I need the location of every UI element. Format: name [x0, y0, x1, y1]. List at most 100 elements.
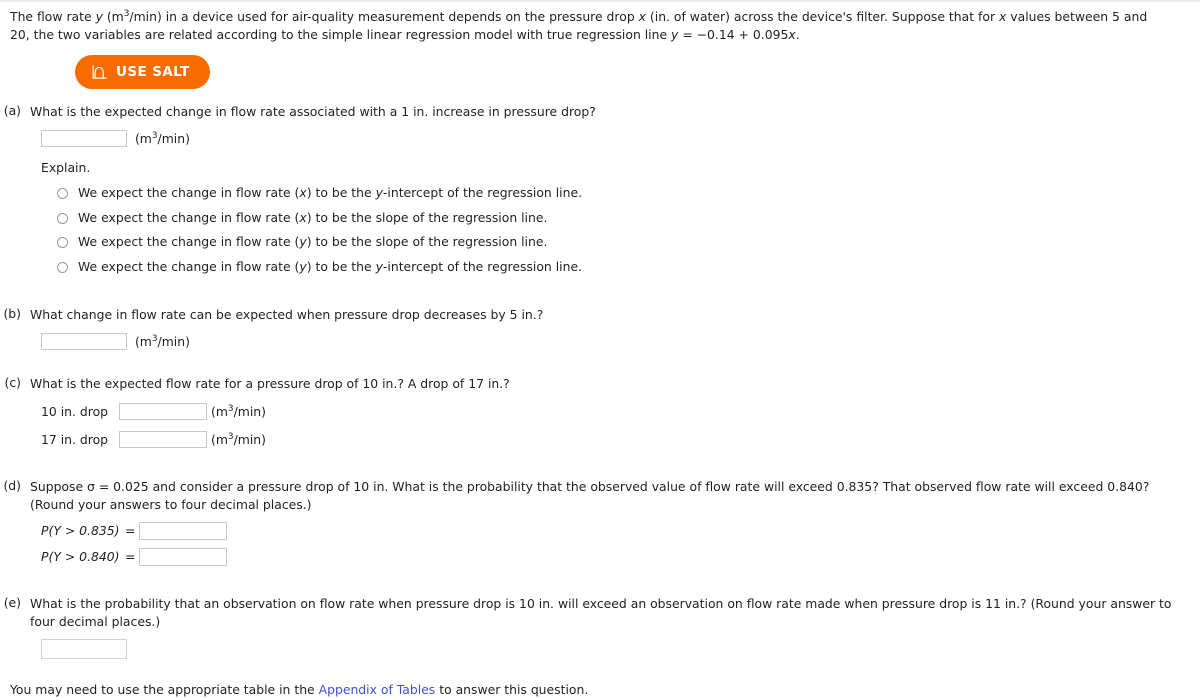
part-d-input-835[interactable]: [139, 521, 227, 540]
unit-open: (m: [211, 431, 228, 447]
part-e-label: (e): [3, 594, 21, 610]
option-3-mid: ) to be the slope of the regression line…: [306, 234, 548, 250]
part-d-row-835-label: P(Y > 0.835): [41, 523, 125, 538]
part-b-answer-row: (m3/min): [41, 332, 1200, 350]
part-e-input[interactable]: [41, 638, 127, 659]
part-a-explain-block: Explain. We expect the change in flow ra…: [41, 160, 1200, 279]
unit-close: /min): [157, 333, 190, 349]
part-e-answer-row: [41, 638, 1200, 659]
question-part-e: (e) What is the probability that an obse…: [0, 595, 1200, 659]
unit-close: /min): [233, 403, 266, 419]
part-d-rows: P(Y > 0.835) = P(Y > 0.840) =: [0, 520, 1200, 568]
option-4[interactable]: We expect the change in flow rate (y) to…: [57, 255, 1200, 280]
option-1-mid: ) to be the: [306, 185, 376, 201]
option-4-post: -intercept of the regression line.: [382, 259, 583, 275]
option-4-var: y: [299, 259, 307, 275]
radio-icon-1[interactable]: [57, 188, 68, 199]
part-d-row-840: P(Y > 0.840) =: [41, 546, 1200, 568]
salt-button-container: USE SALT: [75, 55, 1200, 90]
part-b-input[interactable]: [41, 332, 127, 350]
part-a-question: What is the expected change in flow rate…: [30, 104, 596, 120]
part-d-row-840-label: P(Y > 0.840): [41, 549, 125, 564]
option-2-mid: ) to be the slope of the regression line…: [306, 209, 548, 225]
option-3-label: We expect the change in flow rate (y) to…: [78, 233, 547, 252]
explain-label: Explain.: [41, 160, 91, 176]
unit-close: /min): [233, 431, 266, 447]
option-4-var2: y: [375, 259, 383, 275]
intro-text-4: (in. of water) across the device's filte…: [645, 9, 1000, 24]
part-d-label: (d): [3, 477, 21, 493]
part-d-row-835-equals: =: [125, 523, 136, 539]
option-2[interactable]: We expect the change in flow rate (x) to…: [57, 206, 1200, 231]
part-a-unit: (m3/min): [135, 131, 190, 146]
part-c-row-10in-label: 10 in. drop: [41, 403, 109, 419]
radio-icon-4[interactable]: [57, 261, 68, 273]
option-1[interactable]: We expect the change in flow rate (x) to…: [57, 181, 1200, 206]
part-c-row-10in: 10 in. drop (m3/min): [41, 400, 1200, 423]
radio-icon-2[interactable]: [57, 212, 68, 224]
distribution-curve-icon: [92, 65, 107, 80]
part-a-answer-row: (m3/min): [41, 130, 1200, 148]
part-a-label: (a): [3, 103, 21, 119]
part-c-unit-17in: (m3/min): [211, 432, 266, 447]
question-part-d: (d) Suppose σ = 0.025 and consider a pre…: [0, 478, 1200, 568]
part-b-unit: (m3/min): [135, 334, 190, 349]
option-2-var: x: [299, 209, 307, 225]
part-c-label: (c): [4, 374, 21, 390]
question-page: The flow rate y (m3/min) in a device use…: [0, 0, 1200, 698]
part-d-question: Suppose σ = 0.025 and consider a pressur…: [30, 478, 1150, 512]
prob-expression: (Y > 0.835): [48, 523, 120, 539]
option-2-label: We expect the change in flow rate (x) to…: [78, 209, 547, 228]
option-1-label: We expect the change in flow rate (x) to…: [78, 184, 582, 203]
part-c-rows: 10 in. drop (m3/min) 17 in. drop (m3/min…: [0, 400, 1200, 451]
intro-text-3: /min) in a device used for air-quality m…: [129, 9, 639, 24]
intro-text-1: The flow rate: [10, 9, 96, 24]
appendix-of-tables-link[interactable]: Appendix of Tables: [319, 682, 436, 697]
part-d-row-840-equals: =: [125, 549, 136, 565]
unit-open: (m: [134, 131, 152, 147]
intro-var-x: x: [638, 9, 646, 24]
part-c-row-17in: 17 in. drop (m3/min): [41, 428, 1200, 451]
unit-close: /min): [157, 131, 190, 147]
part-a-input[interactable]: [41, 130, 127, 148]
use-salt-button[interactable]: USE SALT: [75, 55, 210, 90]
option-3[interactable]: We expect the change in flow rate (y) to…: [57, 230, 1200, 255]
part-d-input-840[interactable]: [139, 547, 227, 566]
option-3-var: y: [299, 234, 307, 250]
part-b-question: What change in flow rate can be expected…: [30, 306, 544, 322]
option-3-pre: We expect the change in flow rate (: [78, 234, 300, 250]
prob-expression: (Y > 0.840): [48, 549, 120, 565]
option-2-pre: We expect the change in flow rate (: [78, 209, 300, 225]
part-a-options: We expect the change in flow rate (x) to…: [41, 181, 1200, 279]
option-1-pre: We expect the change in flow rate (: [78, 185, 300, 201]
intro-var-y: y: [95, 9, 103, 24]
option-4-pre: We expect the change in flow rate (: [78, 259, 300, 275]
unit-open: (m: [134, 333, 152, 349]
option-1-var2: y: [375, 185, 383, 201]
appendix-note-pre: You may need to use the appropriate tabl…: [10, 681, 319, 697]
question-part-b: (b) What change in flow rate can be expe…: [0, 306, 1200, 350]
intro-text-2: (m: [102, 9, 124, 24]
part-c-row-17in-label: 17 in. drop: [41, 431, 109, 447]
problem-statement: The flow rate y (m3/min) in a device use…: [10, 8, 1170, 43]
option-1-var: x: [299, 185, 307, 201]
intro-var-x-3: x: [788, 26, 796, 42]
intro-text-7: .: [795, 26, 800, 42]
part-c-input-10in[interactable]: [119, 402, 207, 420]
radio-icon-3[interactable]: [57, 237, 68, 249]
part-c-question: What is the expected flow rate for a pre…: [30, 375, 510, 391]
option-4-mid: ) to be the: [306, 259, 376, 275]
question-part-c: (c) What is the expected flow rate for a…: [0, 375, 1200, 451]
appendix-note: You may need to use the appropriate tabl…: [10, 681, 1200, 698]
part-b-label: (b): [3, 305, 21, 321]
option-1-post: -intercept of the regression line.: [382, 185, 583, 201]
question-part-a: (a) What is the expected change in flow …: [0, 103, 1200, 279]
option-4-label: We expect the change in flow rate (y) to…: [78, 258, 582, 277]
use-salt-label: USE SALT: [116, 64, 190, 81]
part-d-row-835: P(Y > 0.835) =: [41, 520, 1200, 542]
intro-text-6: = −0.14 + 0.095: [678, 26, 789, 42]
part-c-unit-10in: (m3/min): [211, 404, 266, 419]
part-c-input-17in[interactable]: [119, 430, 207, 448]
unit-open: (m: [211, 403, 228, 419]
appendix-note-post: to answer this question.: [435, 681, 589, 697]
